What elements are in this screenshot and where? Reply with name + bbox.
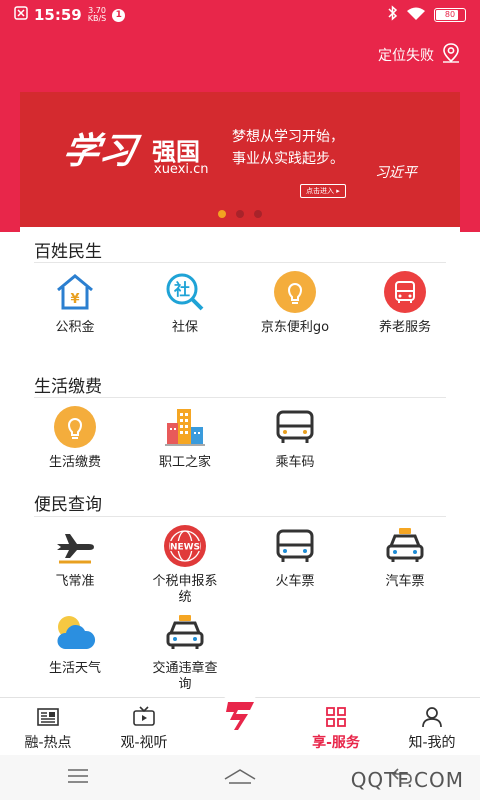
tab-item[interactable]: 观-视听 (96, 698, 192, 755)
service-label: 社保 (171, 320, 198, 335)
service-tile[interactable]: 生活缴费 (20, 405, 130, 471)
center-logo-icon[interactable] (216, 692, 264, 740)
service-tile[interactable]: NEWS 个税申报系统 (130, 524, 240, 606)
airplane-icon (53, 524, 97, 568)
service-tile[interactable]: 乘车码 (240, 405, 350, 471)
tv-icon (132, 706, 156, 728)
service-label: 养老服务 (378, 320, 431, 335)
carousel-dot[interactable] (254, 210, 262, 218)
carousel-dot[interactable] (236, 210, 244, 218)
svg-text:社: 社 (173, 280, 190, 299)
service-tile[interactable]: 养老服务 (350, 270, 460, 336)
location-button[interactable]: 定位失败 (378, 42, 462, 68)
house-yen-icon: ¥ (53, 270, 97, 314)
tab-item[interactable] (192, 692, 288, 755)
service-label: 个税申报系统 (152, 574, 218, 605)
wifi-icon (406, 6, 426, 25)
bluetooth-icon (388, 5, 398, 25)
tab-label: 观-视听 (120, 735, 168, 751)
weather-icon (53, 611, 97, 655)
service-tile[interactable]: 交通违章查询 (130, 611, 240, 693)
service-label: 生活天气 (48, 661, 101, 676)
service-label: 职工之家 (158, 455, 211, 470)
section-title: 生活缴费 (34, 377, 102, 397)
tab-label: 知-我的 (408, 735, 456, 751)
battery-icon: 80 (434, 8, 466, 22)
watermark: QQTF.COM (350, 768, 464, 792)
carousel-dot[interactable] (218, 210, 226, 218)
tab-item[interactable]: 享-服务 (288, 698, 384, 755)
service-label: 京东便利go (260, 320, 330, 335)
service-tile[interactable]: 生活天气 (20, 611, 130, 677)
news-globe-icon: NEWS (163, 524, 207, 568)
svg-text:¥: ¥ (70, 292, 79, 307)
service-tile[interactable]: 火车票 (240, 524, 350, 590)
service-label: 飞常准 (55, 574, 95, 589)
menu-nav-icon[interactable] (66, 768, 90, 788)
location-pin-icon (440, 42, 462, 68)
banner-logo-script: 学习 (59, 130, 140, 172)
slogan-line-1: 梦想从学习开始， (232, 129, 344, 145)
service-tile[interactable]: ¥ 公积金 (20, 270, 130, 336)
location-text: 定位失败 (378, 48, 434, 64)
bus-icon (273, 405, 317, 449)
lightbulb-icon (273, 270, 317, 314)
service-tile[interactable]: 社社保 (130, 270, 240, 336)
banner-slogan: 梦想从学习开始， 事业从实践起步。 (232, 126, 344, 170)
status-time: 15:59 (34, 6, 82, 24)
service-tile[interactable]: 京东便利go (240, 270, 350, 336)
app-notification-icon (14, 6, 28, 24)
tab-label: 享-服务 (312, 735, 360, 751)
banner-carousel[interactable]: 学习 强国 xuexi.cn 梦想从学习开始， 事业从实践起步。 习近平 点击进… (20, 92, 460, 227)
service-tile[interactable]: 汽车票 (350, 524, 460, 590)
notification-badge: 1 (112, 8, 126, 22)
section-divider (34, 397, 446, 398)
service-label: 汽车票 (385, 574, 425, 589)
person-icon (420, 706, 444, 728)
newspaper-icon (36, 706, 60, 728)
speed-unit: KB/S (87, 14, 107, 23)
section-divider (34, 262, 446, 263)
banner-enter-button[interactable]: 点击进入 ▸ (300, 184, 346, 198)
tab-label: 融-热点 (24, 735, 72, 751)
section-title: 百姓民生 (34, 242, 102, 262)
service-tile[interactable]: 飞常准 (20, 524, 130, 590)
social-security-search-icon: 社 (163, 270, 207, 314)
banner-signature: 习近平 (375, 165, 417, 181)
svg-text:NEWS: NEWS (170, 543, 200, 553)
network-speed: 3.70 KB/S (88, 7, 107, 23)
buildings-icon (163, 405, 207, 449)
section-divider (34, 516, 446, 517)
slogan-line-2: 事业从实践起步。 (232, 151, 344, 167)
service-content: 百姓民生 ¥ 公积金社社保 京东便利go 养老服务 生活缴费 生活缴费 职工之家 乘车码 便民查询… (20, 227, 460, 697)
service-label: 火车票 (275, 574, 315, 589)
service-label: 生活缴费 (48, 455, 101, 470)
app-screen: 15:59 3.70 KB/S 1 80 定位失败 学习 强国 xuexi.cn … (0, 0, 480, 800)
bus-red-icon (383, 270, 427, 314)
service-label: 乘车码 (275, 455, 315, 470)
section-title: 便民查询 (34, 495, 102, 515)
bottom-tab-bar: 融-热点 观-视听 享-服务 知-我的 (0, 692, 480, 755)
service-label: 公积金 (55, 320, 95, 335)
train-icon (273, 524, 317, 568)
taxi-icon (383, 524, 427, 568)
tab-item[interactable]: 融-热点 (0, 698, 96, 755)
grid-icon (324, 706, 348, 728)
banner-logo-url: xuexi.cn (154, 162, 209, 177)
tab-item[interactable]: 知-我的 (384, 698, 480, 755)
home-nav-icon[interactable] (223, 767, 257, 789)
service-tile[interactable]: 职工之家 (130, 405, 240, 471)
carousel-indicator (20, 210, 460, 218)
battery-text: 80 (444, 10, 456, 19)
status-bar: 15:59 3.70 KB/S 1 80 (0, 0, 480, 30)
lightbulb-icon (53, 405, 97, 449)
taxi-icon (163, 611, 207, 655)
service-label: 交通违章查询 (152, 661, 218, 692)
